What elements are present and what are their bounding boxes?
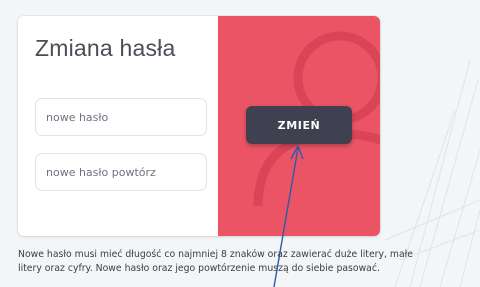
password-change-card: Zmiana hasła ZMIEŃ xyxy=(18,16,380,236)
accent-panel: ZMIEŃ xyxy=(218,16,380,236)
change-password-button[interactable]: ZMIEŃ xyxy=(246,106,352,144)
page-title: Zmiana hasła xyxy=(35,35,176,61)
form-panel: Zmiana hasła xyxy=(18,16,218,236)
new-password-input[interactable] xyxy=(35,98,207,136)
password-requirements-note: Nowe hasło musi mieć długość co najmniej… xyxy=(18,248,480,276)
note-line-1: Nowe hasło musi mieć długość co najmniej… xyxy=(18,249,414,260)
note-line-2: litery oraz cyfry. Nowe hasło oraz jego … xyxy=(18,263,380,274)
repeat-password-input[interactable] xyxy=(35,153,207,191)
